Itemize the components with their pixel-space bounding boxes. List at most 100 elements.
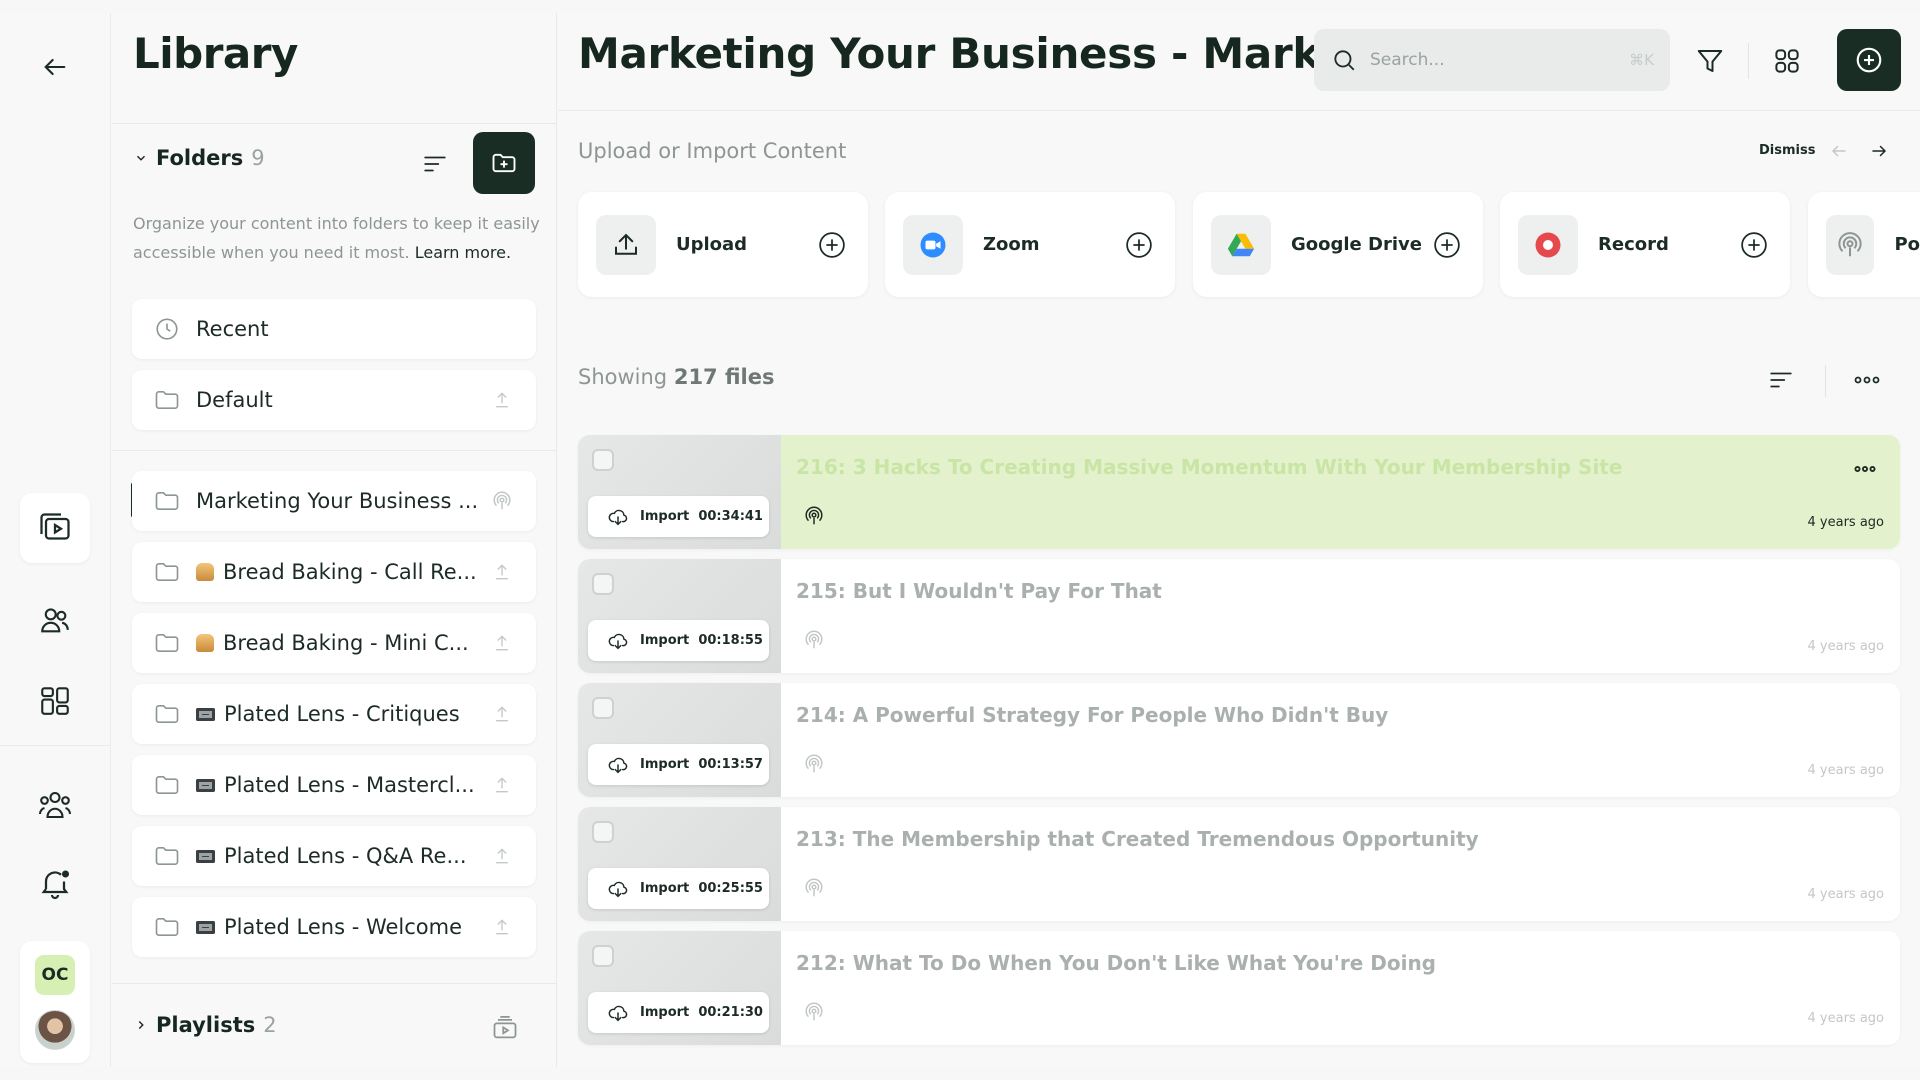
main-content: Marketing Your Business - Marke... ⌘K Up… <box>558 13 1920 1067</box>
import-button[interactable]: Import 00:25:55 <box>588 868 769 909</box>
file-title: 214: A Powerful Strategy For People Who … <box>796 703 1389 727</box>
source-zoom-card[interactable]: Zoom <box>885 192 1175 297</box>
learn-more-link[interactable]: Learn more. <box>415 243 511 262</box>
folder-icon <box>152 486 182 516</box>
upload-icon[interactable] <box>488 629 516 657</box>
folders-divider <box>112 450 557 451</box>
file-info: 215: But I Wouldn't Pay For That 4 years… <box>781 559 1900 673</box>
carousel-prev-button[interactable] <box>1825 137 1853 165</box>
folders-sort-button[interactable] <box>418 147 452 181</box>
file-checkbox[interactable] <box>592 697 614 719</box>
folder-item[interactable]: Plated Lens - Welcome <box>132 897 536 957</box>
file-row[interactable]: Import 00:18:55 215: But I Wouldn't Pay … <box>578 559 1900 673</box>
source-podcast-card[interactable]: Po <box>1808 192 1920 297</box>
avatar[interactable] <box>35 1010 75 1050</box>
source-record-card[interactable]: Record <box>1500 192 1790 297</box>
file-info: 213: The Membership that Created Tremend… <box>781 807 1900 921</box>
folder-item[interactable]: Bread Baking - Mini C... <box>132 613 536 673</box>
import-button[interactable]: Import 00:18:55 <box>588 620 769 661</box>
file-row[interactable]: Import 00:25:55 213: The Membership that… <box>578 807 1900 921</box>
upload-icon[interactable] <box>488 700 516 728</box>
file-more-button[interactable] <box>1852 459 1878 479</box>
folder-item[interactable]: Plated Lens - Mastercl... <box>132 755 536 815</box>
upload-arrow-icon <box>596 214 656 275</box>
source-google-drive-card[interactable]: Google Drive <box>1193 192 1483 297</box>
file-checkbox[interactable] <box>592 821 614 843</box>
import-button[interactable]: Import 00:34:41 <box>588 496 769 537</box>
file-row[interactable]: Import 00:13:57 214: A Powerful Strategy… <box>578 683 1900 797</box>
file-row[interactable]: Import 00:21:30 212: What To Do When You… <box>578 931 1900 1045</box>
file-age: 4 years ago <box>1807 515 1884 530</box>
podcast-icon <box>1826 214 1875 275</box>
new-folder-button[interactable] <box>473 132 535 194</box>
source-label: Upload <box>676 234 748 255</box>
bread-emoji-icon <box>196 634 214 652</box>
import-button[interactable]: Import 00:13:57 <box>588 744 769 785</box>
plus-circle-icon[interactable] <box>1123 229 1155 261</box>
toolbar-divider <box>1748 43 1749 79</box>
more-horizontal-icon <box>1854 466 1876 472</box>
folder-label-text: Plated Lens - Welcome <box>224 915 463 939</box>
import-button[interactable]: Import 00:21:30 <box>588 992 769 1033</box>
folder-default[interactable]: Default <box>132 370 536 430</box>
folder-recent[interactable]: Recent <box>132 299 536 359</box>
back-button[interactable] <box>37 49 73 85</box>
nav-rail: OC <box>0 13 111 1067</box>
cloud-download-icon <box>606 877 630 901</box>
chevron-right-icon <box>138 1020 144 1030</box>
source-upload-card[interactable]: Upload <box>578 192 868 297</box>
carousel-next-button[interactable] <box>1865 137 1893 165</box>
plus-circle-icon[interactable] <box>1431 229 1463 261</box>
upload-icon[interactable] <box>488 558 516 586</box>
upload-icon[interactable] <box>488 842 516 870</box>
workspace-badge[interactable]: OC <box>35 955 75 995</box>
upload-icon[interactable] <box>488 771 516 799</box>
playlists-toggle[interactable]: Playlists 2 <box>134 1013 277 1037</box>
files-sort-button[interactable] <box>1764 363 1798 397</box>
clock-icon <box>152 314 182 344</box>
file-checkbox[interactable] <box>592 945 614 967</box>
search-input[interactable] <box>1370 50 1610 70</box>
plus-circle-icon[interactable] <box>1738 229 1770 261</box>
nav-item-notifications[interactable] <box>35 863 75 903</box>
file-checkbox[interactable] <box>592 573 614 595</box>
folder-label-text: Plated Lens - Q&A Re... <box>224 844 467 868</box>
podcast-icon[interactable] <box>488 487 516 515</box>
plus-circle-icon[interactable] <box>816 229 848 261</box>
google-drive-icon <box>1211 214 1271 275</box>
folder-item[interactable]: Marketing Your Business ... <box>132 471 536 531</box>
arrow-right-icon <box>1872 145 1887 157</box>
import-label: Import 00:34:41 <box>640 509 763 524</box>
folder-item[interactable]: Plated Lens - Q&A Re... <box>132 826 536 886</box>
file-row[interactable]: Import 00:34:41 216: 3 Hacks To Creating… <box>578 435 1900 549</box>
folder-item[interactable]: Plated Lens - Critiques <box>132 684 536 744</box>
file-thumbnail: Import 00:13:57 <box>578 683 781 797</box>
file-age: 4 years ago <box>1807 887 1884 902</box>
view-toggle-button[interactable] <box>1767 41 1807 81</box>
nav-item-contacts[interactable] <box>35 600 75 640</box>
app-window: OC Library Folders 9 Organize your conte… <box>0 13 1920 1067</box>
duration: 00:13:57 <box>698 757 763 772</box>
folder-item[interactable]: Bread Baking - Call Re... <box>132 542 536 602</box>
search-bar[interactable]: ⌘K <box>1314 29 1670 91</box>
nav-item-apps[interactable] <box>35 681 75 721</box>
nav-item-library[interactable] <box>20 493 90 563</box>
import-label: Import 00:25:55 <box>640 881 763 896</box>
import-text: Import <box>640 633 690 648</box>
upload-icon[interactable] <box>488 386 516 414</box>
camera-emoji-icon <box>196 921 215 934</box>
dismiss-button[interactable]: Dismiss <box>1759 143 1815 158</box>
filter-button[interactable] <box>1690 41 1730 81</box>
create-button[interactable] <box>1837 29 1901 91</box>
upload-icon[interactable] <box>488 913 516 941</box>
bread-emoji-icon <box>196 563 214 581</box>
folders-toggle[interactable]: Folders 9 <box>134 146 265 170</box>
showing-prefix: Showing <box>578 365 668 389</box>
files-more-button[interactable] <box>1850 363 1884 397</box>
playlists-label: Playlists <box>156 1013 256 1037</box>
folder-label: Bread Baking - Mini C... <box>196 631 488 655</box>
add-playlist-button[interactable] <box>488 1011 522 1045</box>
arrow-left-icon <box>44 58 66 76</box>
nav-item-team[interactable] <box>35 785 75 825</box>
file-checkbox[interactable] <box>592 449 614 471</box>
